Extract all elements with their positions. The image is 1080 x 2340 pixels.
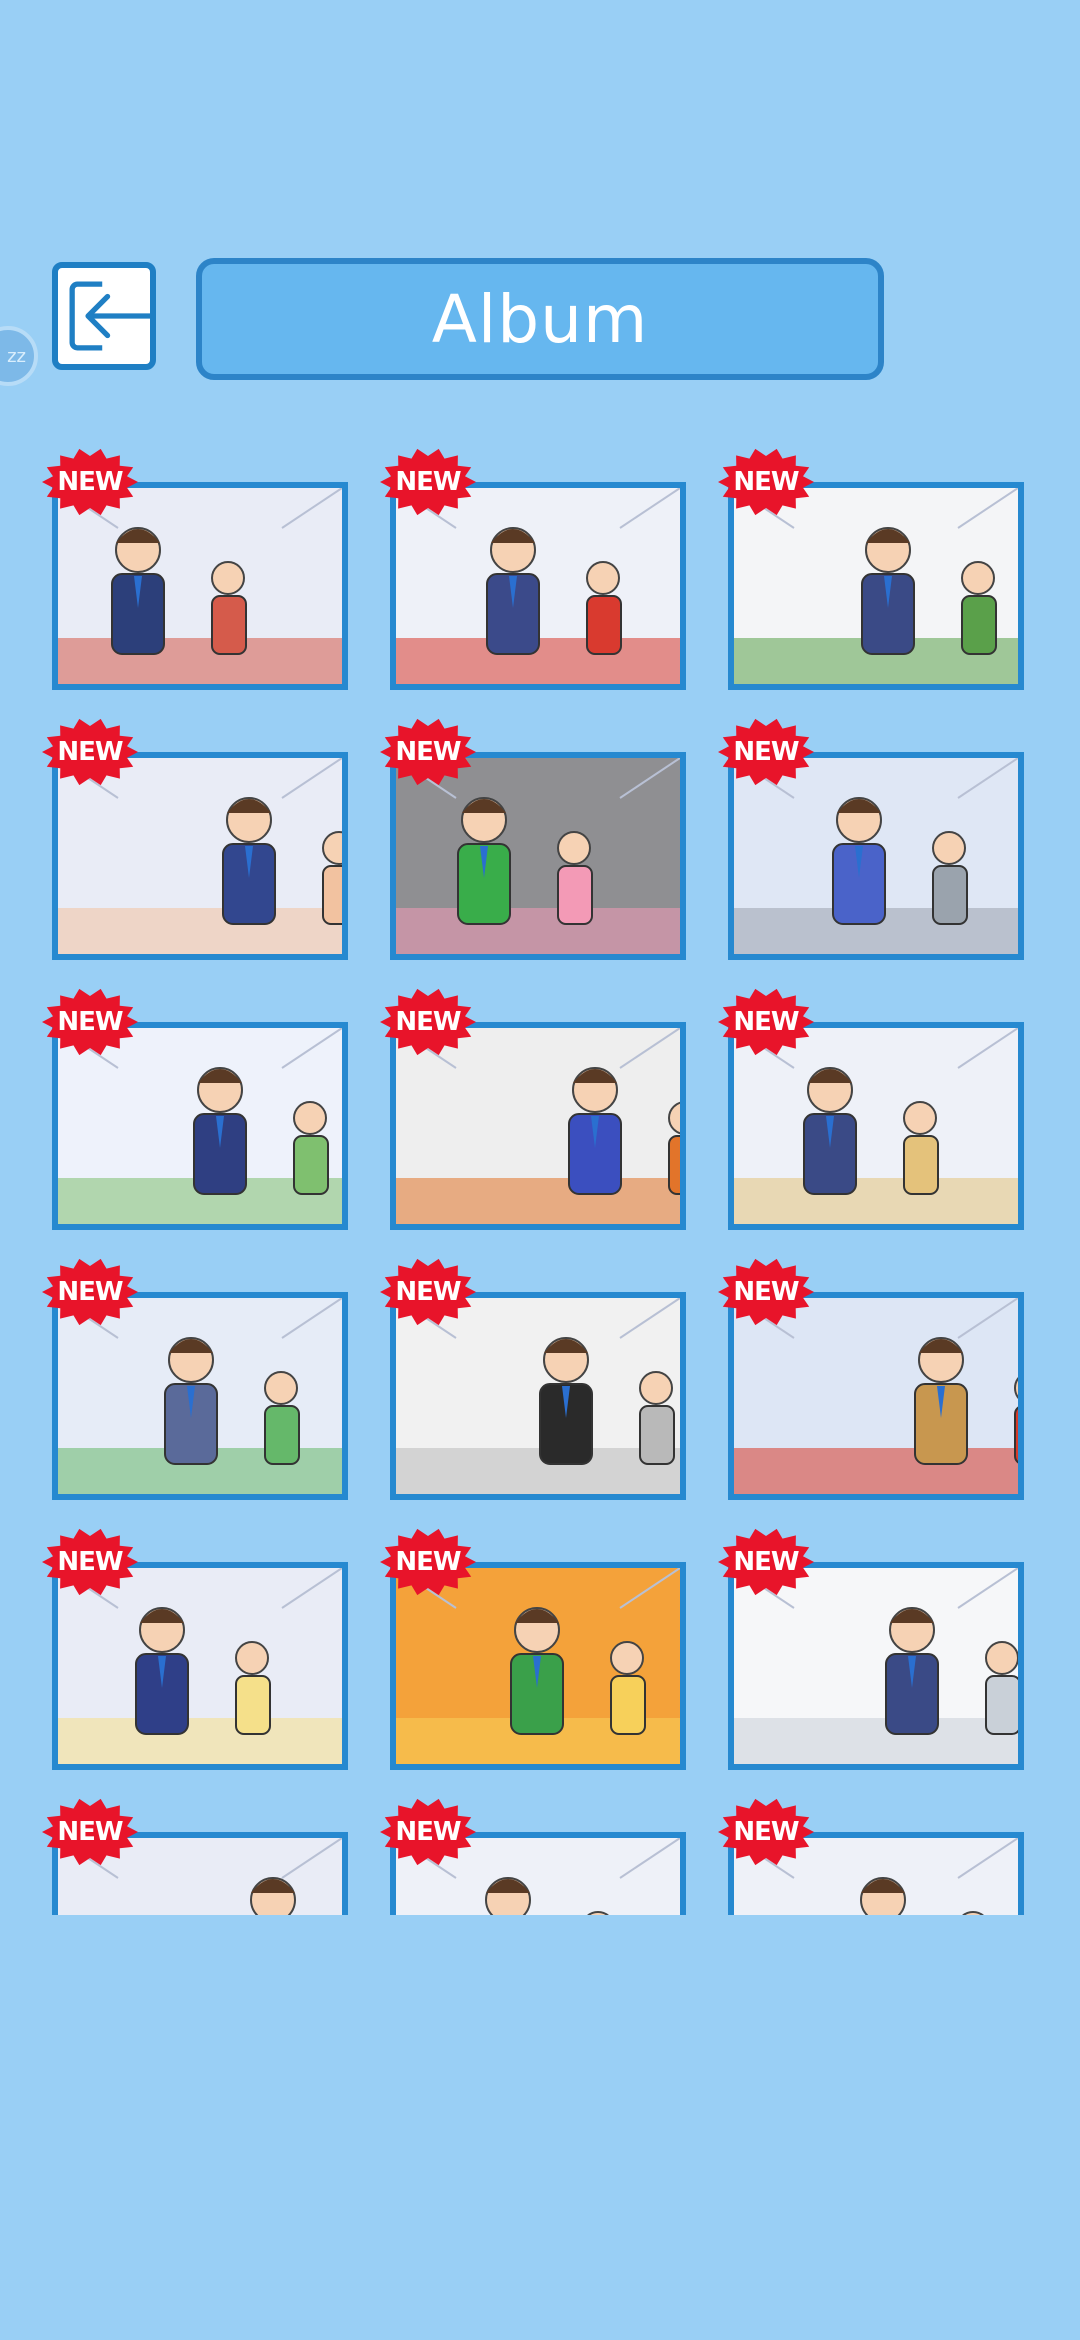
new-badge-label: NEW xyxy=(733,737,799,767)
new-badge: NEW xyxy=(380,988,476,1056)
album-item[interactable]: NEW xyxy=(42,1528,348,1770)
album-item[interactable]: NEW xyxy=(380,718,686,960)
new-badge: NEW xyxy=(42,448,138,516)
new-badge-label: NEW xyxy=(395,1277,461,1307)
new-badge-label: NEW xyxy=(733,1817,799,1847)
album-item[interactable]: NEW xyxy=(42,448,348,690)
comic-illustration xyxy=(58,488,342,684)
exit-arrow-icon xyxy=(69,281,150,351)
new-badge: NEW xyxy=(718,1258,814,1326)
new-badge: NEW xyxy=(42,1798,138,1866)
album-grid[interactable]: NEW NEW NEW NEW NEW NEW NEW NEW NEW NEW NEW NEW NEW N… xyxy=(0,440,1080,1915)
comic-illustration xyxy=(58,1568,342,1764)
new-badge-label: NEW xyxy=(733,1277,799,1307)
new-badge: NEW xyxy=(718,1798,814,1866)
comic-illustration xyxy=(734,1028,1018,1224)
new-badge-label: NEW xyxy=(395,1547,461,1577)
new-badge-label: NEW xyxy=(57,1277,123,1307)
album-item[interactable]: NEW xyxy=(42,988,348,1230)
sleep-side-tab[interactable]: zz xyxy=(0,326,38,386)
album-item[interactable]: NEW xyxy=(718,1258,1024,1500)
album-item[interactable]: NEW xyxy=(718,448,1024,690)
comic-illustration xyxy=(734,1298,1018,1494)
album-item[interactable]: NEW xyxy=(380,1528,686,1770)
new-badge-label: NEW xyxy=(733,1547,799,1577)
album-item[interactable]: NEW xyxy=(42,718,348,960)
comic-illustration xyxy=(396,1568,680,1764)
album-item[interactable]: NEW xyxy=(718,988,1024,1230)
page-title: Album xyxy=(431,280,649,358)
new-badge-label: NEW xyxy=(733,467,799,497)
comic-illustration xyxy=(58,758,342,954)
new-badge: NEW xyxy=(380,1798,476,1866)
new-badge: NEW xyxy=(380,1258,476,1326)
album-item[interactable]: NEW xyxy=(42,1798,348,1915)
new-badge-label: NEW xyxy=(57,1007,123,1037)
album-item[interactable]: NEW xyxy=(718,718,1024,960)
comic-illustration xyxy=(396,488,680,684)
comic-illustration xyxy=(58,1298,342,1494)
album-item[interactable]: NEW xyxy=(380,1258,686,1500)
new-badge-label: NEW xyxy=(733,1007,799,1037)
album-item[interactable]: NEW xyxy=(380,988,686,1230)
album-item[interactable]: NEW xyxy=(42,1258,348,1500)
new-badge-label: NEW xyxy=(395,737,461,767)
comic-illustration xyxy=(396,1298,680,1494)
new-badge-label: NEW xyxy=(57,1817,123,1847)
new-badge-label: NEW xyxy=(395,1007,461,1037)
back-button[interactable] xyxy=(52,262,156,370)
comic-illustration xyxy=(734,488,1018,684)
comic-illustration xyxy=(58,1028,342,1224)
album-item[interactable]: NEW xyxy=(380,1798,686,1915)
new-badge: NEW xyxy=(42,1528,138,1596)
new-badge: NEW xyxy=(42,1258,138,1326)
album-screen: zz Album NEW NEW NEW NEW NEW NEW NEW NEW NEW NEW N… xyxy=(0,0,1080,2340)
new-badge: NEW xyxy=(380,718,476,786)
new-badge-label: NEW xyxy=(57,467,123,497)
comic-illustration xyxy=(396,758,680,954)
album-item[interactable]: NEW xyxy=(718,1798,1024,1915)
new-badge: NEW xyxy=(718,718,814,786)
new-badge-label: NEW xyxy=(395,1817,461,1847)
album-item[interactable]: NEW xyxy=(380,448,686,690)
comic-illustration xyxy=(734,1568,1018,1764)
new-badge-label: NEW xyxy=(57,737,123,767)
new-badge-label: NEW xyxy=(395,467,461,497)
new-badge: NEW xyxy=(42,718,138,786)
new-badge-label: NEW xyxy=(57,1547,123,1577)
new-badge: NEW xyxy=(42,988,138,1056)
album-item[interactable]: NEW xyxy=(718,1528,1024,1770)
new-badge: NEW xyxy=(380,1528,476,1596)
title-banner: Album xyxy=(196,258,884,380)
comic-illustration xyxy=(396,1028,680,1224)
new-badge: NEW xyxy=(718,448,814,516)
new-badge: NEW xyxy=(380,448,476,516)
new-badge: NEW xyxy=(718,988,814,1056)
new-badge: NEW xyxy=(718,1528,814,1596)
comic-illustration xyxy=(734,758,1018,954)
